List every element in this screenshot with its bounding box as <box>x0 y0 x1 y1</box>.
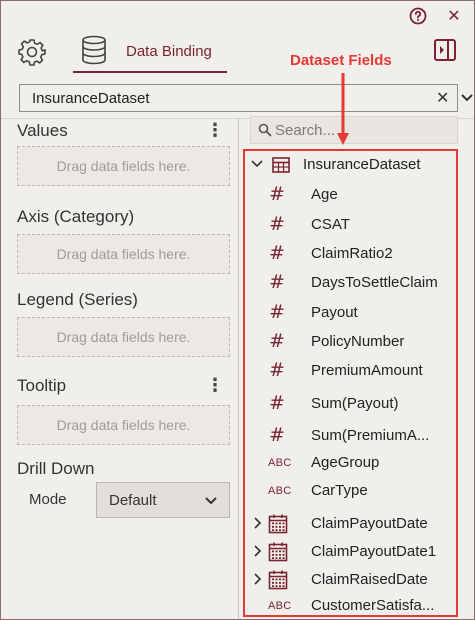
chevron-down-icon <box>205 497 217 505</box>
tooltip-placeholder: Drag data fields here. <box>56 417 191 433</box>
chevron-right-icon[interactable] <box>251 572 263 586</box>
column-divider <box>238 119 239 619</box>
number-type-icon: # <box>269 213 285 235</box>
field-item[interactable]: # PremiumAmount <box>245 359 456 383</box>
field-label: ClaimPayoutDate1 <box>311 543 437 560</box>
calendar-icon <box>268 514 288 534</box>
axis-drop-zone[interactable]: Drag data fields here. <box>17 234 230 274</box>
number-type-icon: # <box>269 392 285 414</box>
field-item[interactable]: # Sum(Payout) <box>245 392 456 416</box>
chevron-right-icon[interactable] <box>251 516 263 530</box>
tooltip-more-icon[interactable]: ⋮ <box>206 375 224 396</box>
dataset-select[interactable]: InsuranceDataset ✕ <box>19 84 473 112</box>
field-label: CustomerSatisfa... <box>311 597 435 614</box>
number-type-icon: # <box>269 330 285 352</box>
field-search[interactable]: Search... <box>250 116 458 144</box>
field-item[interactable]: # ClaimRatio2 <box>245 242 456 266</box>
values-drop-zone[interactable]: Drag data fields here. <box>17 146 230 186</box>
search-placeholder: Search... <box>275 122 336 139</box>
field-label: ClaimRatio2 <box>311 245 393 262</box>
data-binding-panel: ✕ Data Binding InsuranceDataset ✕ Values… <box>0 0 475 620</box>
chevron-right-icon[interactable] <box>251 544 263 558</box>
field-label: ClaimPayoutDate <box>311 515 428 532</box>
settings-tab[interactable] <box>17 37 47 67</box>
number-type-icon: # <box>269 242 285 264</box>
dataset-fields-tree: InsuranceDataset # Age # CSAT # ClaimRatio2 # D… <box>243 149 458 617</box>
legend-placeholder: Drag data fields here. <box>56 329 191 345</box>
tab-strip: Data Binding <box>1 31 474 75</box>
field-label: AgeGroup <box>311 454 380 471</box>
clear-icon[interactable]: ✕ <box>436 88 449 108</box>
database-icon <box>82 35 106 65</box>
mode-select-value: Default <box>109 492 157 509</box>
table-icon <box>272 157 290 173</box>
field-item[interactable]: ClaimPayoutDate1 <box>245 540 456 564</box>
text-type-icon: ABC <box>268 485 292 497</box>
values-title: Values <box>17 121 68 140</box>
help-icon[interactable] <box>409 7 427 25</box>
gear-icon <box>18 39 46 66</box>
number-type-icon: # <box>269 271 285 293</box>
field-label: Payout <box>311 304 358 321</box>
field-item[interactable]: # Payout <box>245 301 456 325</box>
text-type-icon: ABC <box>268 600 292 612</box>
legend-drop-zone[interactable]: Drag data fields here. <box>17 317 230 357</box>
chevron-down-icon[interactable] <box>459 88 475 108</box>
axis-title: Axis (Category) <box>17 207 135 226</box>
text-type-icon: ABC <box>268 457 292 469</box>
field-item[interactable]: ABC CarType <box>245 479 456 503</box>
number-type-icon: # <box>269 301 285 323</box>
drill-down-title: Drill Down <box>17 459 95 478</box>
number-type-icon: # <box>269 359 285 381</box>
tree-root-label: InsuranceDataset <box>303 156 421 173</box>
calendar-icon <box>268 570 288 590</box>
chevron-down-icon[interactable] <box>251 157 263 171</box>
tree-root-insurance-dataset[interactable]: InsuranceDataset <box>245 153 456 177</box>
number-type-icon: # <box>269 424 285 446</box>
field-label: PremiumAmount <box>311 362 423 379</box>
field-item[interactable]: ClaimPayoutDate <box>245 512 456 536</box>
field-label: Sum(Payout) <box>311 395 399 412</box>
mode-select[interactable]: Default <box>96 482 230 518</box>
field-item[interactable]: # PolicyNumber <box>245 330 456 354</box>
field-item[interactable]: # Age <box>245 183 456 207</box>
dataset-fields-callout: Dataset Fields <box>290 52 392 69</box>
field-label: PolicyNumber <box>311 333 405 350</box>
field-label: Age <box>311 186 338 203</box>
tab-data-binding-label: Data Binding <box>126 43 212 60</box>
values-placeholder: Drag data fields here. <box>56 158 191 174</box>
field-label: Sum(PremiumA... <box>311 427 430 444</box>
number-type-icon: # <box>269 183 285 205</box>
title-bar: ✕ <box>1 1 474 31</box>
field-item[interactable]: # DaysToSettleClaim <box>245 271 456 295</box>
field-label: DaysToSettleClaim <box>311 274 438 291</box>
field-label: ClaimRaisedDate <box>311 571 428 588</box>
field-item[interactable]: ClaimRaisedDate <box>245 568 456 592</box>
field-label: CSAT <box>311 216 350 233</box>
field-item[interactable]: # CSAT <box>245 213 456 237</box>
close-icon: ✕ <box>447 8 461 25</box>
dataset-select-value: InsuranceDataset <box>32 90 150 107</box>
values-more-icon[interactable]: ⋮ <box>206 120 224 141</box>
callout-arrow <box>337 73 349 145</box>
close-button[interactable]: ✕ <box>445 7 463 25</box>
field-item[interactable]: ABC CustomerSatisfa... <box>245 594 456 618</box>
collapse-panel-button[interactable] <box>433 38 457 62</box>
search-icon <box>258 123 272 137</box>
calendar-icon <box>268 542 288 562</box>
legend-title: Legend (Series) <box>17 290 138 309</box>
mode-label: Mode <box>29 491 67 508</box>
axis-placeholder: Drag data fields here. <box>56 246 191 262</box>
tooltip-title: Tooltip <box>17 376 67 395</box>
tooltip-drop-zone[interactable]: Drag data fields here. <box>17 405 230 445</box>
panel-toggle-icon <box>434 39 456 61</box>
field-label: CarType <box>311 482 368 499</box>
field-item[interactable]: ABC AgeGroup <box>245 451 456 475</box>
tab-data-binding[interactable]: Data Binding <box>73 31 227 73</box>
field-item[interactable]: # Sum(PremiumA... <box>245 424 456 448</box>
